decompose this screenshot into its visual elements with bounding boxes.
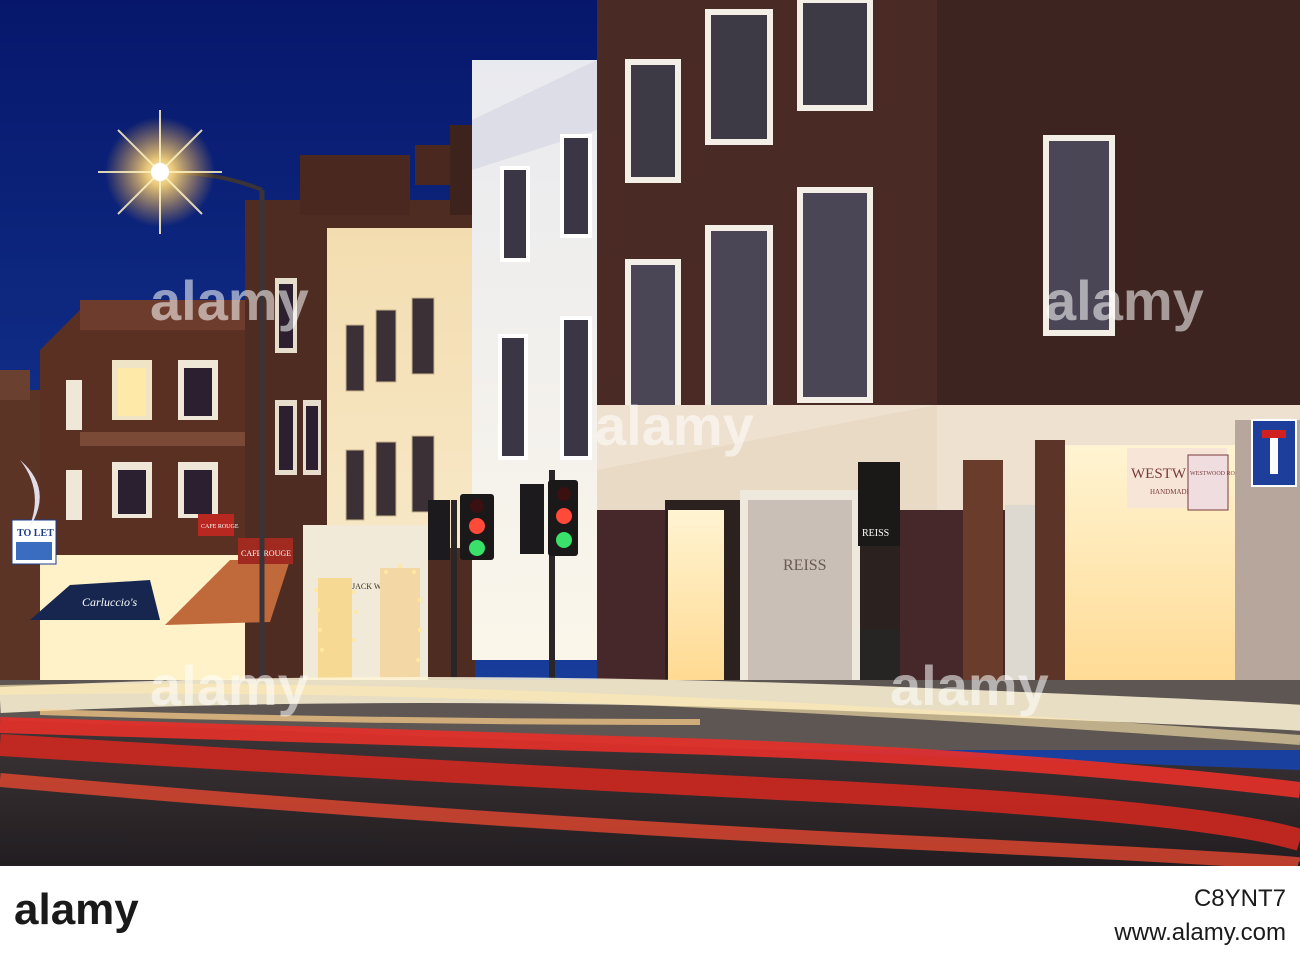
- footer-site-url: www.alamy.com: [1113, 919, 1286, 946]
- svg-text:Carluccio's: Carluccio's: [82, 595, 138, 609]
- footer-bar: alamy C8YNT7 www.alamy.com: [0, 866, 1300, 956]
- footer-stock-code: C8YNT7: [1194, 885, 1286, 912]
- svg-text:CAFE ROUGE: CAFE ROUGE: [241, 549, 291, 558]
- reiss-window-text: REISS: [783, 557, 827, 574]
- footer-brand-logo: alamy: [14, 885, 139, 934]
- watermark-right: alamy: [1045, 269, 1204, 332]
- svg-text:HANDMADE: HANDMADE: [1150, 488, 1191, 496]
- svg-text:CAFE ROUGE: CAFE ROUGE: [201, 524, 239, 530]
- watermark-lower-right: alamy: [890, 654, 1049, 717]
- watermark-lower-left: alamy: [150, 654, 309, 717]
- westwood-sign-text: WESTW: [1131, 466, 1187, 482]
- watermark-center: alamy: [595, 394, 754, 457]
- svg-text:REISS: REISS: [862, 528, 889, 539]
- street-photo: REISS REISS WESTW HANDMADE WESTWOOD ROCK…: [0, 0, 1300, 866]
- svg-text:TO LET: TO LET: [17, 528, 54, 539]
- watermark-upper: alamy: [150, 269, 309, 332]
